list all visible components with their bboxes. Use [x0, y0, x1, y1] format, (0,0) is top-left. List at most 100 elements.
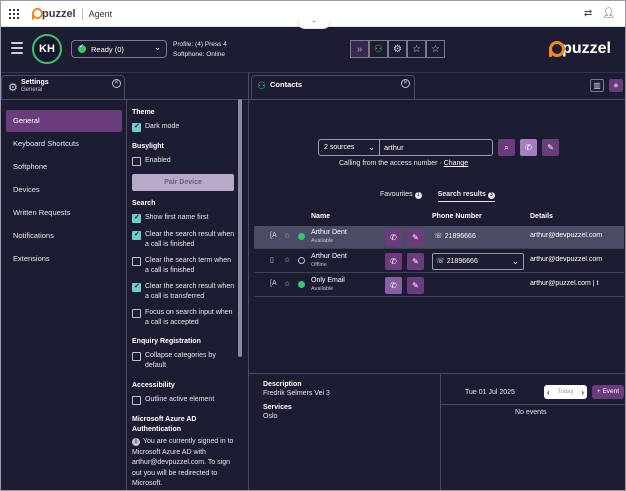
add-event-button[interactable]: + Event — [592, 385, 624, 399]
pair-device-button[interactable]: Pair Device — [132, 174, 234, 191]
divider — [440, 373, 441, 490]
nav-item-devices[interactable]: Devices — [6, 179, 122, 201]
calling-from: Calling from the access number · Change — [339, 160, 469, 167]
contact-status: Available — [311, 238, 334, 244]
contact-card-icon[interactable]: [A — [270, 280, 277, 287]
contact-card-icon[interactable]: ▯ — [270, 256, 274, 264]
nav-item-written-requests[interactable]: Written Requests — [6, 202, 122, 224]
star-outline-icon[interactable]: ☆ — [284, 232, 290, 240]
contact-name: Arthur Dent Available — [311, 229, 347, 245]
search-option-label: Clear the search term when a call is fin… — [145, 257, 231, 274]
star-outline-icon[interactable]: ☆ — [426, 40, 445, 58]
outline-active-checkbox[interactable] — [132, 396, 141, 405]
search-option-checkbox[interactable] — [132, 257, 141, 266]
contacts-icon[interactable]: ⚇ — [369, 40, 388, 58]
call-button[interactable]: ✆ — [385, 229, 402, 246]
avatar[interactable]: KH — [32, 34, 62, 64]
table-row[interactable]: [A ☆ Only Email Available ✆ ✎ arthur@puzz… — [254, 274, 624, 297]
nav-item-softphone[interactable]: Softphone — [6, 156, 122, 178]
search-option[interactable]: Show first name first — [132, 213, 236, 223]
collapse-categories-checkbox[interactable] — [132, 352, 141, 361]
busylight-enabled-option[interactable]: Enabled — [132, 156, 236, 166]
contact-name-text: Only Email — [311, 277, 345, 284]
compose-button[interactable]: ✎ — [542, 139, 559, 156]
services-value: Oslo — [263, 413, 278, 420]
toolbar: » ⚇ ⚙ ☆ ☆ — [350, 40, 445, 58]
columns-icon[interactable]: ▥ — [590, 79, 604, 92]
search-option[interactable]: Clear the search result when a call is t… — [132, 282, 236, 301]
chevron-left-icon[interactable]: ‹ — [547, 388, 550, 397]
busylight-enabled-label: Enabled — [145, 157, 171, 164]
agent-header: KH Ready (0) ⌄ Profile: (4) Press 4 Soft… — [1, 27, 625, 73]
search-option-checkbox[interactable] — [132, 213, 141, 223]
compose-button[interactable]: ✎ — [407, 253, 424, 270]
apps-grid-icon[interactable] — [9, 8, 19, 19]
user-icon[interactable]: 👤︎ — [602, 8, 615, 19]
dark-mode-checkbox[interactable] — [132, 122, 141, 132]
chevron-down-icon: ⌄ — [368, 143, 375, 152]
nav-item-notifications[interactable]: Notifications — [6, 225, 122, 247]
chevron-right-icon[interactable]: › — [581, 388, 584, 397]
collapse-categories-option[interactable]: Collapse categories by default — [132, 351, 236, 370]
search-button[interactable]: ⌕ — [498, 139, 515, 156]
call-button[interactable]: ✆ — [385, 253, 402, 270]
compose-button[interactable]: ✎ — [407, 277, 424, 294]
close-icon[interactable]: ✕ — [112, 79, 121, 88]
search-option-checkbox[interactable] — [132, 309, 141, 318]
collapse-header-handle[interactable]: ⌃ — [297, 21, 331, 29]
services-label: Services — [263, 404, 292, 411]
star-outline-icon[interactable]: ☆ — [284, 256, 290, 264]
nav-item-keyboard-shortcuts[interactable]: Keyboard Shortcuts — [6, 133, 122, 155]
star-outline-icon[interactable]: ☆ — [407, 40, 426, 58]
star-outline-icon[interactable]: ☆ — [284, 280, 290, 288]
sources-select[interactable]: 2 sources ⌄ — [318, 139, 380, 156]
profile-text: Profile: (4) Press 4 — [173, 41, 227, 48]
gear-icon[interactable]: ⚙ — [388, 40, 407, 58]
status-select[interactable]: Ready (0) ⌄ — [71, 40, 167, 58]
contacts-icon: ⚇ — [257, 81, 266, 92]
table-row[interactable]: ▯ ☆ Arthur Dent Offline ✆ ✎ ☏ 21896666 ⌄ a… — [254, 250, 624, 273]
search-option-checkbox[interactable] — [132, 282, 141, 292]
brand-logo: puzzel — [31, 7, 76, 20]
outline-active-label: Outline active element — [145, 396, 215, 403]
info-icon: i — [132, 438, 140, 446]
change-link[interactable]: Change — [444, 160, 469, 167]
status-available-icon — [298, 233, 305, 240]
call-button[interactable]: ✆ — [520, 139, 537, 156]
compose-button[interactable]: ✎ — [407, 229, 424, 246]
table-row[interactable]: [A ☆ Arthur Dent Available ✆ ✎ ☏ 21896666… — [254, 226, 624, 249]
search-option[interactable]: Clear the search result when a call is f… — [132, 230, 236, 249]
close-icon[interactable]: ✕ — [401, 79, 410, 88]
chevron-right-icon[interactable]: » — [350, 40, 369, 58]
settings-tab[interactable]: ⚙ Settings General ✕ — [1, 75, 125, 99]
search-option[interactable]: Focus on search input when a call is acc… — [132, 308, 236, 327]
outline-active-option[interactable]: Outline active element — [132, 395, 236, 405]
chevron-down-icon: ⌄ — [154, 43, 161, 52]
add-tab-button[interactable]: + — [609, 79, 623, 92]
tab-favourites-label: Favourites — [380, 191, 413, 198]
dark-mode-option[interactable]: Dark mode — [132, 122, 236, 132]
calendar-date: Tue 01 Jul 2025 — [465, 389, 515, 396]
tab-favourites[interactable]: Favourites 1 — [380, 191, 422, 202]
transfer-icon[interactable]: ⇄ — [584, 8, 592, 19]
today-button[interactable]: Today — [557, 389, 573, 395]
menu-icon[interactable] — [11, 42, 23, 57]
contacts-tab[interactable]: ⚇ Contacts ✕ — [251, 75, 415, 99]
search-tabs: Favourites 1 Search results 3 — [380, 191, 495, 202]
phone-number[interactable]: ☏ 21896666 — [434, 232, 476, 240]
search-input[interactable]: arthur — [380, 139, 493, 156]
busylight-enabled-checkbox[interactable] — [132, 157, 141, 166]
divider — [249, 99, 625, 100]
puzzel-logo-icon — [31, 7, 43, 20]
settings-scrollbar[interactable] — [238, 99, 242, 357]
search-option[interactable]: Clear the search term when a call is fin… — [132, 256, 236, 275]
search-option-checkbox[interactable] — [132, 230, 141, 240]
call-button[interactable]: ✆ — [385, 277, 402, 294]
tab-search-results[interactable]: Search results 3 — [437, 191, 495, 202]
busylight-heading: Busylight — [132, 143, 164, 150]
status-value: Ready (0) — [91, 44, 124, 54]
phone-number-select[interactable]: ☏ 21896666 ⌄ — [432, 253, 524, 270]
nav-item-general[interactable]: General — [6, 110, 122, 132]
contact-card-icon[interactable]: [A — [270, 232, 277, 239]
nav-item-extensions[interactable]: Extensions — [6, 248, 122, 270]
